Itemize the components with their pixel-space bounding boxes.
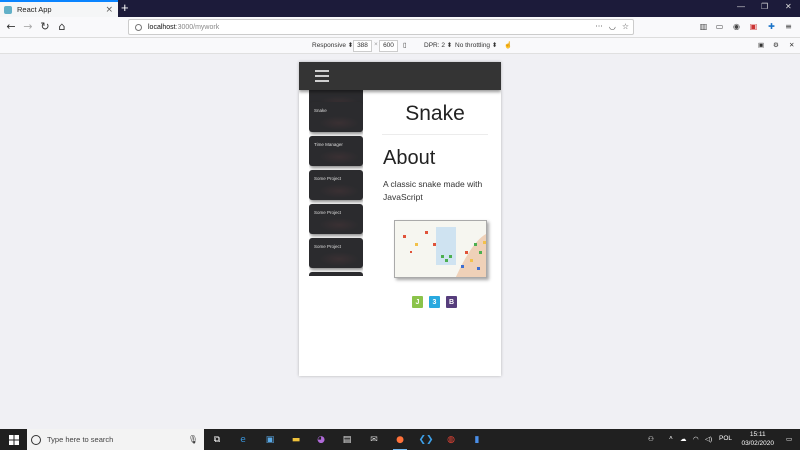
chrome-icon[interactable]: ◍ (443, 432, 459, 448)
close-window-icon[interactable]: ✕ (785, 2, 792, 11)
pocket-icon[interactable]: ◡ (609, 22, 616, 31)
clock-time: 15:11 (749, 431, 766, 438)
project-card-label: Some Project (314, 176, 342, 181)
document-icon[interactable]: ▮ (469, 432, 485, 448)
project-card[interactable]: Time Manager (309, 136, 363, 166)
project-card[interactable]: Snake (309, 102, 363, 132)
minimize-icon[interactable]: — (737, 2, 745, 11)
project-card-list[interactable]: Snake Time Manager Some Project Some Pro… (309, 90, 363, 276)
hamburger-menu-icon[interactable] (315, 70, 329, 82)
project-title: Snake (405, 102, 465, 125)
title-divider (382, 134, 488, 135)
microphone-icon[interactable]: 🎙︎ (188, 435, 198, 444)
volume-icon[interactable]: ◁) (705, 435, 712, 443)
url-bar[interactable]: localhost:3000/mywork ··· ◡ ☆ (128, 19, 634, 35)
url-path: :3000/mywork (175, 23, 220, 31)
about-description: A classic snake made with JavaScript (383, 179, 483, 202)
site-info-icon[interactable] (135, 23, 142, 31)
project-card[interactable] (309, 272, 363, 276)
project-screenshot (394, 220, 487, 278)
about-heading: About (383, 147, 436, 169)
rotate-viewport-icon[interactable]: ▯ (403, 41, 407, 49)
project-card-label: Snake (314, 108, 327, 113)
windows-start-icon[interactable] (9, 435, 19, 445)
github-desktop-icon[interactable]: ◕ (313, 432, 329, 448)
taskbar-search-box[interactable]: Type here to search 🎙︎ (27, 429, 204, 450)
back-icon[interactable]: ← (4, 20, 18, 34)
react-favicon-icon (4, 5, 12, 14)
reload-icon[interactable]: ↻ (38, 20, 52, 34)
throttling-selector[interactable]: No throttling ⬍ (455, 41, 497, 49)
app-navbar (299, 62, 501, 90)
viewport-width-input[interactable]: 388 (353, 40, 372, 52)
project-card-label: Time Manager (314, 142, 343, 147)
forward-icon[interactable]: → (21, 20, 35, 34)
library-icon[interactable]: ▥ (698, 21, 709, 32)
project-card[interactable]: Some Project (309, 170, 363, 200)
project-card[interactable]: Some Project (309, 204, 363, 234)
dpr-label: DPR: 2 (424, 42, 445, 49)
cortana-icon (31, 434, 41, 445)
browser-tab[interactable]: React App × (0, 0, 118, 17)
screenshot-icon[interactable]: ▣ (758, 41, 764, 49)
search-placeholder: Type here to search (47, 435, 114, 444)
home-icon[interactable]: ⌂ (55, 20, 69, 34)
bookmark-star-icon[interactable]: ☆ (622, 22, 629, 31)
close-rdm-icon[interactable]: ✕ (789, 41, 794, 49)
task-view-icon[interactable]: ⧉ (209, 432, 225, 448)
mail-icon[interactable]: ✉ (366, 432, 382, 448)
edge-icon[interactable]: e (235, 432, 251, 448)
account-icon[interactable]: ◉ (731, 21, 742, 32)
url-host: localhost (148, 23, 176, 31)
vscode-icon[interactable]: ❮❯ (418, 432, 434, 448)
css-icon: 3 (429, 296, 440, 308)
project-card-label: Some Project (314, 244, 342, 249)
menu-icon[interactable]: ≡ (783, 21, 794, 32)
shopping-bag-icon[interactable]: ▤ (339, 432, 355, 448)
store-icon[interactable]: ▣ (262, 432, 278, 448)
responsive-design-toolbar: Responsive ⬍ 388 × 600 ▯ DPR: 2 ⬍ No thr… (0, 38, 800, 54)
onedrive-icon[interactable]: ☁ (680, 435, 687, 443)
clock-date: 03/02/2020 (741, 439, 774, 447)
people-icon[interactable]: ⚇ (648, 435, 654, 443)
tab-close-button[interactable]: × (105, 5, 113, 15)
browser-tab-bar: React App × + — ❐ ✕ (0, 0, 800, 17)
file-explorer-icon[interactable]: ▬ (288, 432, 304, 448)
maximize-icon[interactable]: ❐ (761, 2, 768, 11)
touch-simulation-icon[interactable]: ☝ (504, 41, 512, 49)
tech-stack-icons: J 3 B (412, 296, 457, 308)
dimension-separator: × (374, 41, 378, 48)
tab-title: React App (17, 5, 52, 14)
sidebar-icon[interactable]: ▭ (714, 21, 725, 32)
notifications-icon[interactable]: ▭ (786, 435, 792, 443)
viewport-height-input[interactable]: 600 (379, 40, 398, 52)
device-viewport: Snake Time Manager Some Project Some Pro… (299, 62, 501, 376)
windows-taskbar: Type here to search 🎙︎ ⧉ e ▣ ▬ ◕ ▤ ✉ ● ❮… (0, 429, 800, 450)
page-actions-icon[interactable]: ··· (595, 22, 603, 31)
show-hidden-icons[interactable]: ˄ (669, 435, 673, 442)
bootstrap-icon: B (446, 296, 457, 308)
dpr-selector[interactable]: DPR: 2 ⬍ (424, 41, 452, 49)
extension-icon[interactable]: ▣ (748, 21, 759, 32)
firefox-icon[interactable]: ● (392, 432, 408, 450)
extensions-puzzle-icon[interactable]: ✚ (766, 21, 777, 32)
language-indicator[interactable]: POL (719, 435, 732, 442)
settings-gear-icon[interactable]: ⚙ (773, 41, 779, 49)
js-icon: J (412, 296, 423, 308)
device-mode-label: Responsive (312, 42, 346, 49)
throttling-label: No throttling (455, 42, 491, 49)
taskbar-clock[interactable]: 15:11 03/02/2020 (741, 431, 774, 448)
device-selector[interactable]: Responsive ⬍ (312, 41, 353, 49)
navigation-toolbar: ← → ↻ ⌂ localhost:3000/mywork ··· ◡ ☆ ▥ … (0, 17, 800, 38)
new-tab-button[interactable]: + (121, 1, 129, 15)
project-card-label: Some Project (314, 210, 342, 215)
project-card[interactable]: Some Project (309, 238, 363, 268)
wifi-icon[interactable]: ◠ (693, 435, 699, 443)
